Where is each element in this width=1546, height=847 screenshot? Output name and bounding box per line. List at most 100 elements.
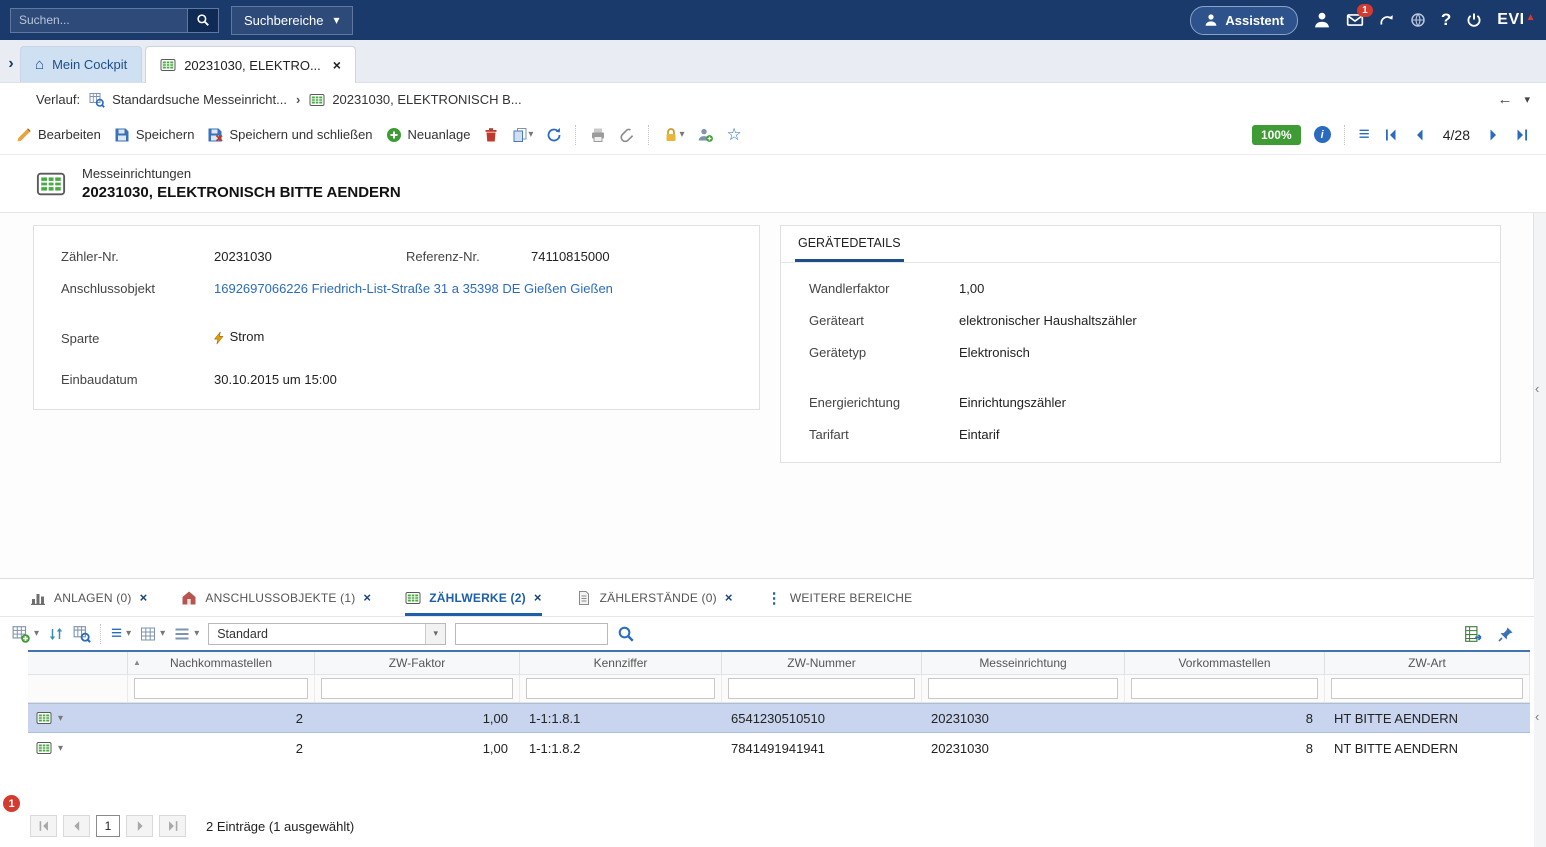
tab-weitere-bereiche[interactable]: ⋮ WEITERE BEREICHE [767,579,913,616]
new-row-button[interactable]: ▾ [12,625,39,643]
assistent-button[interactable]: Assistent [1190,6,1298,35]
logout-button[interactable] [1466,12,1482,28]
row-tools[interactable]: ▾ [28,733,128,763]
previous-page-button[interactable] [63,815,90,837]
chevron-down-icon[interactable]: ▾ [194,628,199,639]
close-icon[interactable]: × [725,590,733,605]
last-record-button[interactable] [1514,127,1530,143]
chevron-down-icon[interactable]: ▾ [160,628,165,639]
menu-button[interactable]: ≡ [1359,124,1370,146]
pin-button[interactable] [1498,626,1514,642]
favorite-button[interactable]: ☆ [726,125,741,145]
chevron-down-icon[interactable]: ▾ [34,628,39,639]
export-excel-button[interactable] [1464,625,1482,643]
apply-filter-button[interactable] [617,625,635,643]
column-filter-input[interactable] [728,678,915,699]
column-header[interactable]: ▲ Nachkommastellen [128,652,315,674]
view-select[interactable]: Standard ▾ [208,623,446,645]
chevron-down-icon[interactable]: ▾ [58,743,63,754]
search-button[interactable] [188,8,219,33]
column-filter-input[interactable] [928,678,1118,699]
globe-button[interactable] [1410,12,1426,28]
copy-button[interactable]: ▾ [512,127,533,143]
tab-anschlussobjekte[interactable]: ANSCHLUSSOBJEKTE (1) × [181,579,371,616]
column-header[interactable]: Kennziffer [520,652,722,674]
neuanlage-button[interactable]: Neuanlage [386,127,471,143]
first-record-button[interactable] [1383,127,1399,143]
collapse-left-button[interactable]: ‹ [1535,381,1539,396]
tab-zaehlwerke[interactable]: ZÄHLWERKE (2) × [405,579,541,616]
field-value: elektronischer Haushaltszähler [959,313,1137,328]
tab-anlagen[interactable]: ANLAGEN (0) × [30,579,147,616]
close-icon[interactable]: × [333,57,341,73]
assign-user-button[interactable] [697,127,713,143]
column-filter-input[interactable] [321,678,513,699]
close-icon[interactable]: × [534,590,542,605]
close-icon[interactable]: × [140,590,148,605]
column-filter-input[interactable] [134,678,308,699]
search-input[interactable] [10,8,188,33]
column-header[interactable]: ZW-Faktor [315,652,520,674]
row-layout-button[interactable]: ▾ [174,626,199,642]
column-filter-input[interactable] [1131,678,1318,699]
user-button[interactable] [1313,11,1331,29]
row-tools[interactable]: ▾ [28,704,128,732]
column-layout-button[interactable]: ▾ [140,626,165,642]
last-page-button[interactable] [159,815,186,837]
collapse-left-button[interactable]: ‹ [1535,709,1539,724]
column-header[interactable]: ZW-Nummer [722,652,922,674]
table-row[interactable]: ▾ 2 1,00 1-1:1.8.2 7841491941941 2023103… [28,733,1530,763]
lock-button[interactable]: ▾ [663,127,684,143]
house-icon [181,590,197,606]
grid-filter-input[interactable] [455,623,608,645]
chevron-down-icon[interactable]: ▾ [679,129,684,140]
close-icon[interactable]: × [363,590,371,605]
chevron-down-icon[interactable]: ▾ [528,129,533,140]
column-header[interactable]: Vorkommastellen [1125,652,1325,674]
sort-filter-button[interactable] [48,626,64,642]
inbox-button[interactable]: 1 [1346,11,1364,29]
suchbereiche-button[interactable]: Suchbereiche ▾ [231,6,353,35]
next-record-button[interactable] [1485,127,1501,143]
previous-record-button[interactable] [1412,127,1428,143]
bearbeiten-button[interactable]: Bearbeiten [16,127,101,143]
column-filter-input[interactable] [526,678,715,699]
chevron-down-icon[interactable]: ▾ [58,713,63,724]
tab-scroll-button[interactable]: › [2,46,20,82]
history-menu-button[interactable]: ▾ [1524,93,1530,106]
tab-mein-cockpit[interactable]: ⌂ Mein Cockpit [20,46,142,82]
tab-record[interactable]: 20231030, ELEKTRO... × [145,46,356,83]
print-button[interactable] [590,127,606,143]
history-back-button[interactable]: ← [1497,91,1512,108]
detail-content: Zähler-Nr. 20231030 Referenz-Nr. 7411081… [0,213,1534,578]
current-page-indicator[interactable]: 1 [96,815,120,837]
speichern-button[interactable]: Speichern [114,127,195,143]
delete-button[interactable] [483,127,499,143]
grid-menu-button[interactable]: ≡ ▾ [111,623,131,645]
speichern-schliessen-button[interactable]: Speichern und schließen [207,127,372,143]
attachment-button[interactable] [619,127,635,143]
notification-badge[interactable]: 1 [2,794,21,813]
tab-zaehlerstaende[interactable]: ZÄHLERSTÄNDE (0) × [576,579,733,616]
grid-search-button[interactable] [73,625,91,643]
share-button[interactable] [1379,12,1395,28]
chevron-down-icon: ▾ [334,13,340,27]
nav-first-icon [1383,127,1399,143]
breadcrumb-item-search[interactable]: Standardsuche Messeinricht... [89,92,287,108]
info-icon[interactable]: i [1314,126,1331,143]
related-tabbar: ANLAGEN (0) × ANSCHLUSSOBJEKTE (1) × ZÄH… [0,579,1534,617]
anschlussobjekt-link[interactable]: 1692697066226 Friedrich-List-Straße 31 a… [214,281,613,296]
column-header[interactable]: ZW-Art [1325,652,1530,674]
help-button[interactable]: ? [1441,10,1451,30]
zaehlwerke-grid: ▲ Nachkommastellen ZW-Faktor Kennziffer … [28,650,1530,763]
first-page-button[interactable] [30,815,57,837]
breadcrumb-item-record[interactable]: 20231030, ELEKTRONISCH B... [309,92,521,108]
chevron-down-icon[interactable]: ▾ [126,628,131,639]
tab-geraetedetails[interactable]: GERÄTEDETAILS [795,226,904,262]
column-filter-input[interactable] [1331,678,1523,699]
table-row[interactable]: ▾ 2 1,00 1-1:1.8.1 6541230510510 2023103… [28,703,1530,733]
next-page-button[interactable] [126,815,153,837]
column-header[interactable]: Messeinrichtung [922,652,1125,674]
field-value: Einrichtungszähler [959,395,1066,410]
refresh-button[interactable] [546,127,562,143]
